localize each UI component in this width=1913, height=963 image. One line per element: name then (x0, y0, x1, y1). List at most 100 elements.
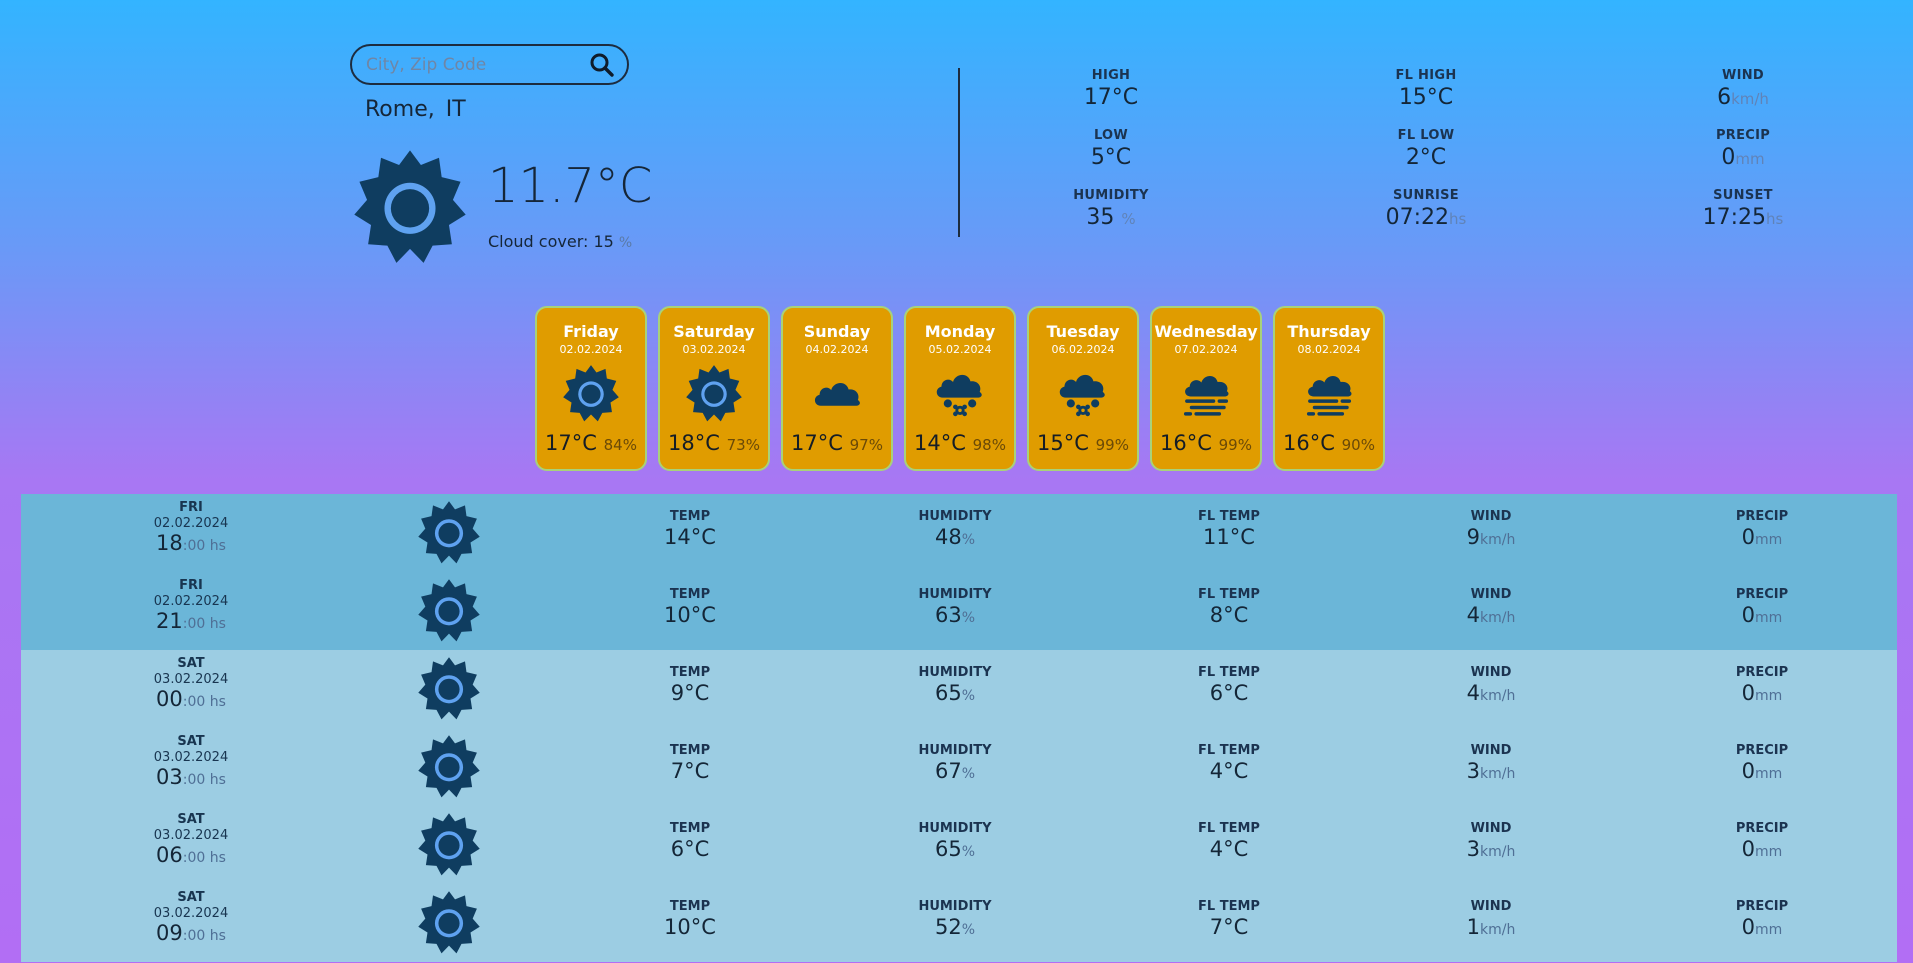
hourly-temp: TEMP 10°C (610, 587, 770, 627)
stat-label: HUMIDITY (1073, 188, 1149, 203)
stat-unit: km/h (1731, 90, 1769, 108)
daily-card[interactable]: Tuesday 06.02.2024 15°C 99% (1027, 306, 1139, 471)
hourly-temp: TEMP 10°C (610, 899, 770, 939)
col-label: WIND (1470, 587, 1512, 602)
divider (958, 68, 960, 237)
sun-icon (352, 148, 468, 264)
daily-date: 08.02.2024 (1297, 343, 1361, 356)
value-number: 0 (1741, 759, 1756, 783)
hourly-hour: 18:00 hs (111, 531, 271, 555)
value-number: 0 (1741, 603, 1756, 627)
stat-label: HIGH (1091, 68, 1131, 83)
daily-date: 06.02.2024 (1051, 343, 1115, 356)
value-number: 9 (1466, 525, 1481, 549)
col-label: PRECIP (1735, 665, 1789, 680)
daily-date: 03.02.2024 (682, 343, 746, 356)
hourly-temp: TEMP 7°C (610, 743, 770, 783)
col-label: FL TEMP (1198, 899, 1260, 914)
col-value: 6°C (670, 837, 710, 861)
cloud-cover-unit: % (618, 235, 633, 251)
stat-fl-high: FL HIGH 15°C (1346, 68, 1506, 110)
col-value: 0mm (1682, 603, 1842, 627)
hourly-wind: WIND 9km/h (1411, 509, 1571, 549)
hourly-fl-temp: FL TEMP 4°C (1149, 821, 1309, 861)
col-label: TEMP (669, 665, 711, 680)
sun-icon (417, 812, 481, 876)
col-value: 65% (875, 837, 1035, 861)
col-value: 65% (875, 681, 1035, 705)
hour-value: 03 (156, 765, 183, 789)
stat-sunset: SUNSET 17:25hs (1663, 188, 1823, 230)
daily-card[interactable]: Sunday 04.02.2024 17°C 97% (781, 306, 893, 471)
col-label: PRECIP (1735, 587, 1789, 602)
hourly-humidity: HUMIDITY 67% (875, 743, 1035, 783)
value-number: 0 (1741, 915, 1756, 939)
daily-temps: 18°C 73% (660, 431, 768, 455)
hourly-precip: PRECIP 0mm (1682, 665, 1842, 705)
sun-icon (417, 890, 481, 954)
stat-unit: % (1121, 210, 1136, 228)
search-icon[interactable] (589, 52, 615, 78)
value-number: 0 (1741, 681, 1756, 705)
value-unit: % (961, 766, 976, 782)
col-value: 10°C (664, 915, 716, 939)
hourly-humidity: HUMIDITY 65% (875, 821, 1035, 861)
col-value: 9km/h (1411, 525, 1571, 549)
hourly-day: SAT (177, 656, 205, 671)
stat-fl-low: FL LOW 2°C (1346, 128, 1506, 170)
col-value: 63% (875, 603, 1035, 627)
col-label: HUMIDITY (918, 665, 992, 680)
daily-card[interactable]: Wednesday 07.02.2024 16°C 99% (1150, 306, 1262, 471)
hourly-row: FRI 02.02.2024 18:00 hs TEMP 14°C HUMIDIT… (21, 494, 1897, 572)
hourly-hour: 09:00 hs (111, 921, 271, 945)
hourly-precip: PRECIP 0mm (1682, 587, 1842, 627)
daily-card[interactable]: Friday 02.02.2024 17°C 84% (535, 306, 647, 471)
col-value: 7°C (1209, 915, 1249, 939)
value-number: 0 (1741, 837, 1756, 861)
hourly-time: SAT 03.02.2024 06:00 hs (111, 812, 271, 867)
col-value: 0mm (1682, 915, 1842, 939)
stat-unit: hs (1766, 210, 1784, 228)
value-number: 65 (934, 681, 962, 705)
value-number: 3 (1466, 837, 1481, 861)
daily-temp: 18°C (668, 431, 720, 455)
search-box[interactable] (350, 44, 629, 85)
hourly-date: 03.02.2024 (153, 906, 229, 921)
hourly-precip: PRECIP 0mm (1682, 743, 1842, 783)
daily-card[interactable]: Thursday 08.02.2024 16°C 90% (1273, 306, 1385, 471)
hourly-temp: TEMP 6°C (610, 821, 770, 861)
hourly-wind: WIND 1km/h (1411, 899, 1571, 939)
hourly-fl-temp: FL TEMP 8°C (1149, 587, 1309, 627)
daily-card[interactable]: Monday 05.02.2024 14°C 98% (904, 306, 1016, 471)
stat-precip: PRECIP 0mm (1663, 128, 1823, 170)
stat-label: PRECIP (1715, 128, 1771, 143)
col-value: 3km/h (1411, 837, 1571, 861)
hourly-temp: TEMP 14°C (610, 509, 770, 549)
col-value: 4km/h (1411, 681, 1571, 705)
hourly-precip: PRECIP 0mm (1682, 899, 1842, 939)
col-label: FL TEMP (1198, 587, 1260, 602)
stat-high: HIGH 17°C (1031, 68, 1191, 110)
hourly-wind: WIND 4km/h (1411, 665, 1571, 705)
stat-value: 0mm (1663, 145, 1823, 170)
hourly-time: FRI 02.02.2024 18:00 hs (111, 500, 271, 555)
value-unit: % (961, 610, 976, 626)
value-number: 3 (1466, 759, 1481, 783)
stat-value: 6km/h (1663, 85, 1823, 110)
col-value: 48% (875, 525, 1035, 549)
daily-day: Sunday (803, 322, 871, 341)
location-label: Rome, IT (365, 97, 466, 122)
daily-humidity: 98% (972, 436, 1006, 454)
sun-icon (417, 734, 481, 798)
search-input[interactable] (366, 54, 589, 75)
col-value: 4km/h (1411, 603, 1571, 627)
daily-humidity: 90% (1341, 436, 1375, 454)
hourly-row: SAT 03.02.2024 03:00 hs TEMP 7°C HUMIDITY… (21, 728, 1897, 806)
hourly-hour: 06:00 hs (111, 843, 271, 867)
col-label: WIND (1470, 665, 1512, 680)
col-value: 7°C (670, 759, 710, 783)
stat-unit: hs (1449, 210, 1467, 228)
daily-day: Monday (924, 322, 996, 341)
daily-temps: 16°C 99% (1152, 431, 1260, 455)
daily-card[interactable]: Saturday 03.02.2024 18°C 73% (658, 306, 770, 471)
